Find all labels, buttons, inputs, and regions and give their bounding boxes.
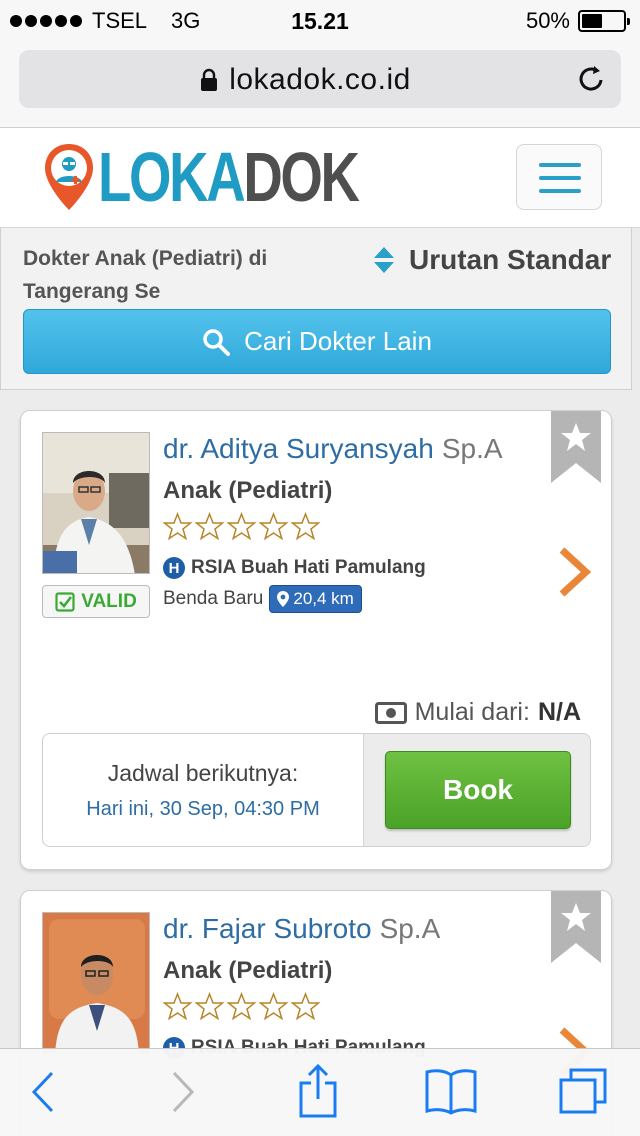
star-icon bbox=[195, 992, 224, 1021]
price-info: Mulai dari: N/A bbox=[374, 698, 581, 727]
doctor-photo[interactable] bbox=[42, 432, 150, 574]
star-icon bbox=[163, 992, 192, 1021]
hamburger-menu-button[interactable] bbox=[516, 144, 602, 210]
search-panel: Dokter Anak (Pediatri) di Tangerang Se U… bbox=[0, 228, 632, 390]
site-header: LOKADOK bbox=[0, 128, 640, 228]
battery-icon bbox=[578, 10, 630, 32]
schedule-label: Jadwal berikutnya: bbox=[107, 760, 299, 786]
reload-icon[interactable] bbox=[575, 63, 607, 95]
next-schedule[interactable]: Jadwal berikutnya: Hari ini, 30 Sep, 04:… bbox=[43, 734, 363, 846]
price-value: N/A bbox=[537, 698, 581, 726]
search-button-label: Cari Dokter Lain bbox=[244, 326, 432, 356]
doctor-specialty: Anak (Pediatri) bbox=[163, 957, 333, 984]
hospital-icon: H bbox=[163, 557, 185, 579]
logo-wordmark: LOKADOK bbox=[98, 138, 360, 216]
share-icon[interactable] bbox=[298, 1063, 338, 1119]
bookmark-star-icon[interactable] bbox=[551, 891, 601, 963]
doctor-name-link[interactable]: dr. Aditya Suryansyah Sp.A bbox=[163, 433, 503, 465]
doctor-photo[interactable] bbox=[42, 912, 150, 1054]
location-info: Benda Baru 20,4 km bbox=[163, 585, 362, 613]
schedule-box: Jadwal berikutnya: Hari ini, 30 Sep, 04:… bbox=[42, 733, 591, 847]
star-icon bbox=[227, 992, 256, 1021]
url-text: lokadok.co.id bbox=[229, 63, 411, 96]
chevron-right-icon[interactable] bbox=[556, 546, 592, 598]
area-name: Benda Baru bbox=[163, 588, 264, 609]
star-icon bbox=[163, 512, 192, 541]
sort-label: Urutan Standar bbox=[409, 244, 612, 275]
browser-toolbar bbox=[0, 1048, 640, 1136]
search-other-doctor-button[interactable]: Cari Dokter Lain bbox=[23, 309, 611, 374]
search-title: Dokter Anak (Pediatri) di Tangerang Se bbox=[23, 247, 268, 303]
doctor-pin-logo-icon bbox=[45, 144, 93, 210]
lokadok-logo[interactable]: LOKADOK bbox=[42, 142, 431, 212]
url-field[interactable]: lokadok.co.id bbox=[19, 50, 621, 108]
rating-stars bbox=[163, 512, 320, 541]
bookmark-star-icon[interactable] bbox=[551, 411, 601, 483]
star-icon bbox=[291, 512, 320, 541]
star-icon bbox=[195, 512, 224, 541]
doctor-title: Sp.A bbox=[441, 433, 503, 464]
hospital-name[interactable]: H RSIA Buah Hati Pamulang bbox=[163, 557, 426, 579]
star-icon bbox=[291, 992, 320, 1021]
back-icon[interactable] bbox=[30, 1069, 56, 1115]
forward-icon[interactable] bbox=[170, 1069, 196, 1115]
star-icon bbox=[227, 512, 256, 541]
doctor-title: Sp.A bbox=[379, 913, 441, 944]
star-icon bbox=[259, 992, 288, 1021]
rating-stars bbox=[163, 992, 320, 1021]
doctor-specialty: Anak (Pediatri) bbox=[163, 477, 333, 504]
check-square-icon bbox=[55, 591, 75, 612]
price-label: Mulai dari: bbox=[414, 698, 530, 726]
book-button[interactable]: Book bbox=[385, 751, 571, 829]
distance-badge[interactable]: 20,4 km bbox=[269, 585, 362, 613]
browser-address-bar: lokadok.co.id bbox=[0, 42, 640, 128]
map-pin-icon bbox=[277, 591, 290, 607]
doctor-name-link[interactable]: dr. Fajar Subroto Sp.A bbox=[163, 913, 440, 945]
search-icon bbox=[203, 328, 231, 356]
status-bar: TSEL 3G 15.21 50% bbox=[0, 0, 640, 42]
valid-badge: VALID bbox=[42, 585, 150, 618]
sort-arrows-icon bbox=[374, 247, 394, 273]
schedule-value: Hari ini, 30 Sep, 04:30 PM bbox=[86, 798, 320, 820]
doctor-card[interactable]: dr. Aditya Suryansyah Sp.A Anak (Pediatri… bbox=[20, 410, 612, 870]
battery-percent: 50% bbox=[525, 8, 570, 33]
bookmarks-icon[interactable] bbox=[424, 1067, 478, 1115]
money-icon bbox=[374, 701, 407, 724]
tabs-icon[interactable] bbox=[558, 1067, 608, 1115]
sort-dropdown[interactable]: Urutan Standar bbox=[373, 244, 611, 276]
star-icon bbox=[259, 512, 288, 541]
